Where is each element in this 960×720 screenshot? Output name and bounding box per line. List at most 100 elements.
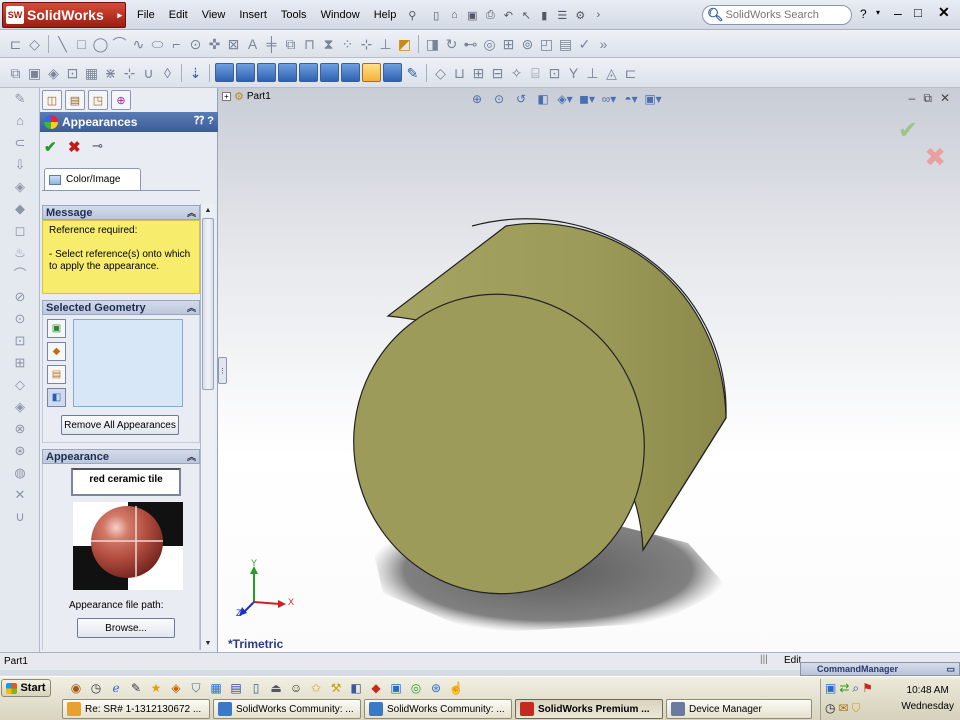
lights-icon[interactable]: ◬ [602,59,621,87]
quick-editor-icon[interactable]: ✎ [126,681,146,695]
quick-star-icon[interactable]: ★ [146,681,166,695]
tray-flag-icon[interactable]: ⚑ [862,681,873,696]
strip-tool-10-icon[interactable]: ⊘ [0,286,40,308]
task-button[interactable]: SolidWorks Community: ... [364,699,512,719]
quick-tool-icon[interactable]: ⚒ [326,681,346,695]
assembly-icon[interactable]: ▦ [82,59,101,87]
panel-help-icon[interactable]: ⁇ ? [194,114,214,127]
select-features-icon[interactable]: ◧ [47,388,66,407]
rotate-icon[interactable]: ✧ [507,59,526,87]
view-isometric-icon[interactable] [341,63,360,82]
menu-insert[interactable]: Insert [232,9,274,21]
ok-check-icon[interactable]: ✔ [44,138,57,156]
move-icon[interactable]: ⊹ [357,30,376,58]
selected-geometry-list[interactable] [73,319,183,407]
quick-ie-icon[interactable]: ℯ [106,681,126,695]
browse-button[interactable]: Browse... [77,618,175,638]
rectangle-icon[interactable]: □ [72,30,91,58]
dim-xpert-tab-icon[interactable]: ⊕ [111,90,131,110]
quick-star2-icon[interactable]: ✩ [306,681,326,695]
scrollbar-thumb[interactable] [202,218,214,390]
sweep-icon[interactable]: ⊷ [461,30,480,58]
rebuild-icon[interactable]: ▮ [535,6,553,24]
loft-icon[interactable]: ◎ [480,30,499,58]
extrude-icon[interactable]: ◨ [423,30,442,58]
menu-view[interactable]: View [195,9,233,21]
cameras-icon[interactable]: ⊏ [621,59,640,87]
trim-icon[interactable]: ╪ [262,30,281,58]
pan-icon[interactable]: ⌸ [526,59,545,87]
offset-icon[interactable]: ⧉ [281,30,300,58]
command-manager-tab[interactable]: CommandManager ▭ [800,662,960,676]
menu-edit[interactable]: Edit [162,9,195,21]
panel-scrollbar[interactable]: ▲ ▼ [200,204,215,650]
quick-globe-icon[interactable]: ⊛ [426,681,446,695]
text-icon[interactable]: A [243,30,262,58]
scroll-up-icon[interactable]: ▲ [201,204,215,217]
quick-solidworks-icon[interactable]: ◆ [366,681,386,695]
configuration-manager-tab-icon[interactable]: ◳ [88,90,108,110]
paste-icon[interactable]: ▣ [25,59,44,87]
tray-network-icon[interactable]: ▣ [825,681,836,696]
arc-icon[interactable]: ⌒ [110,30,129,58]
repair-icon[interactable]: ◩ [395,30,414,58]
menu-file[interactable]: File [130,9,162,21]
undo-icon[interactable]: ↶ [499,6,517,24]
scroll-down-icon[interactable]: ▼ [201,637,215,650]
strip-tool-5-icon[interactable]: ◈ [0,176,40,198]
strip-tool-19-icon[interactable]: ✕ [0,484,40,506]
model-viewport[interactable] [218,88,960,652]
grid-icon[interactable]: ⊟ [488,59,507,87]
strip-tool-6-icon[interactable]: ◆ [0,198,40,220]
quick-shield-icon[interactable]: ⛉ [186,681,206,696]
task-button[interactable]: SolidWorks Community: ... [213,699,361,719]
close-app-icon[interactable]: ✕ [938,4,950,21]
sketch-icon[interactable]: ⊏ [6,30,25,58]
quick-note-icon[interactable]: ▯ [246,681,266,695]
strip-tool-18-icon[interactable]: ◍ [0,462,40,484]
save-icon[interactable]: ▣ [463,6,481,24]
view-left-icon[interactable] [257,63,276,82]
smart-dimension-icon[interactable]: ◇ [25,30,44,58]
display-style-icon[interactable]: ✎ [403,59,422,87]
panel-splitter-handle[interactable]: ⋮ [218,357,227,384]
solidworks-logo-button[interactable]: SW SolidWorks ▸ [2,2,126,28]
convert-icon[interactable]: ⊓ [300,30,319,58]
view-dimetric-icon[interactable] [383,63,402,82]
relations-icon[interactable]: ⊥ [376,30,395,58]
property-manager-tab-icon[interactable]: ▤ [65,90,85,110]
tray-clock-icon[interactable]: ◷ [825,701,835,716]
appearance-header[interactable]: Appearance ︽ [42,449,200,464]
strip-tool-3-icon[interactable]: ⊂ [0,132,40,154]
tab-color-image[interactable]: Color/Image [44,168,141,190]
roll-icon[interactable]: ⊡ [545,59,564,87]
search-input[interactable] [725,9,846,21]
minimize-app-icon[interactable]: – [894,5,902,21]
instant3d-icon[interactable]: ◊ [158,59,177,87]
strip-tool-17-icon[interactable]: ⊛ [0,440,40,462]
fillet-icon[interactable]: ⌐ [167,30,186,58]
zoom-fit-icon[interactable]: ⊞ [469,59,488,87]
tray-clock[interactable]: 10:48 AM Wednesday [901,683,954,715]
file-properties-icon[interactable]: ☰ [553,6,571,24]
strip-tool-7-icon[interactable]: ◻ [0,220,40,242]
select-faces-icon[interactable]: ◆ [47,342,66,361]
task-button-active[interactable]: SolidWorks Premium ... [515,699,663,719]
help-button[interactable]: ? [860,7,867,21]
perspective-icon[interactable]: Y [564,59,583,87]
reference-icon[interactable]: ⊹ [120,59,139,87]
quick-clock-icon[interactable]: ◷ [86,681,106,695]
select-bodies-icon[interactable]: ▤ [47,365,66,384]
point-icon[interactable]: ⊙ [186,30,205,58]
new-document-icon[interactable]: ▯ [427,6,445,24]
strip-tool-20-icon[interactable]: ∪ [0,506,40,528]
view-back-icon[interactable] [236,63,255,82]
strip-tool-2-icon[interactable]: ⌂ [0,110,40,132]
centerline-icon[interactable]: ✜ [205,30,224,58]
view-bottom-icon[interactable] [320,63,339,82]
quick-network-icon[interactable]: ◧ [346,681,366,695]
keep-visible-pin-icon[interactable]: ⊸ [92,138,103,154]
more-icon[interactable]: › [589,6,607,24]
menu-window[interactable]: Window [314,9,367,21]
pin-icon[interactable]: ⚲ [403,6,421,24]
